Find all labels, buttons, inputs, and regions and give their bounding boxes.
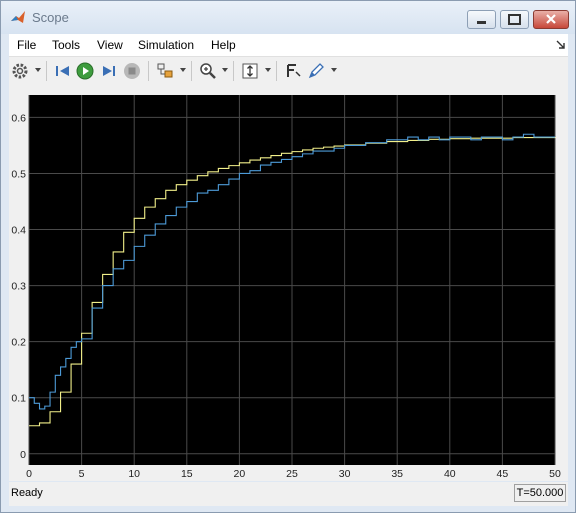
title-bar[interactable]: Scope [1,1,575,34]
status-bar: Ready T=50.000 [9,482,568,506]
menu-help[interactable]: Help [211,38,236,52]
x-tick-label: 25 [286,468,298,480]
settings-dropdown-arrow[interactable] [35,68,41,72]
run-icon[interactable] [76,62,94,80]
x-tick-label: 35 [391,468,403,480]
maximize-icon [508,14,521,25]
autoscale-icon[interactable] [241,62,259,80]
maximize-button[interactable] [500,10,529,29]
scope-window: Scope File Tools View Simulation Help 0 … [0,0,576,513]
toolbar-separator [46,61,47,81]
y-tick-label: 0.1 [11,393,26,405]
x-tick-label: 20 [234,468,246,480]
close-icon [546,14,556,24]
step-back-icon[interactable] [54,62,72,80]
minimize-button[interactable] [467,10,496,29]
y-tick-label: 0.4 [11,225,26,237]
cursor-icon[interactable] [284,62,302,80]
window-title: Scope [32,10,69,25]
y-tick-label: 0 [20,449,26,461]
menu-view[interactable]: View [97,38,123,52]
highlight-dropdown-arrow[interactable] [331,68,337,72]
dock-arrow-icon[interactable] [556,40,566,50]
signal-dropdown-arrow[interactable] [180,68,186,72]
stop-icon[interactable] [123,62,141,80]
x-tick-label: 40 [444,468,456,480]
x-tick-label: 10 [128,468,140,480]
scope-chart[interactable]: 0 5 10 15 20 25 30 35 40 45 50 0 0.1 0.2 0.3 0.4 0.5 0.6 [9,85,568,481]
menu-bar: File Tools View Simulation Help [9,34,568,56]
step-forward-icon[interactable] [100,62,118,80]
toolbar-separator [233,61,234,81]
x-tick-label: 15 [181,468,193,480]
close-button[interactable] [533,10,569,29]
menu-file[interactable]: File [17,38,36,52]
y-tick-label: 0.5 [11,168,26,180]
x-tick-label: 50 [549,468,561,480]
menu-tools[interactable]: Tools [52,38,80,52]
autoscale-dropdown-arrow[interactable] [265,68,271,72]
highlight-icon[interactable] [307,62,325,80]
y-tick-label: 0.2 [11,337,26,349]
toolbar-separator [148,61,149,81]
plot-area: 0 5 10 15 20 25 30 35 40 45 50 0 0.1 0.2 0.3 0.4 0.5 0.6 [9,85,568,481]
toolbar-separator [276,61,277,81]
y-tick-label: 0.3 [11,281,26,293]
zoom-dropdown-arrow[interactable] [222,68,228,72]
x-tick-label: 30 [339,468,351,480]
menu-simulation[interactable]: Simulation [138,38,194,52]
x-tick-label: 45 [497,468,509,480]
x-tick-label: 5 [79,468,85,480]
minimize-icon [477,21,486,24]
simulation-time: T=50.000 [514,484,566,502]
zoom-icon[interactable] [199,62,217,80]
status-text: Ready [11,487,43,499]
y-tick-label: 0.6 [11,112,26,124]
toolbar-separator [191,61,192,81]
matlab-app-icon [11,11,25,23]
toolbar [9,56,568,85]
signal-selector-icon[interactable] [156,62,174,80]
gear-icon[interactable] [11,62,29,80]
x-tick-label: 0 [26,468,32,480]
